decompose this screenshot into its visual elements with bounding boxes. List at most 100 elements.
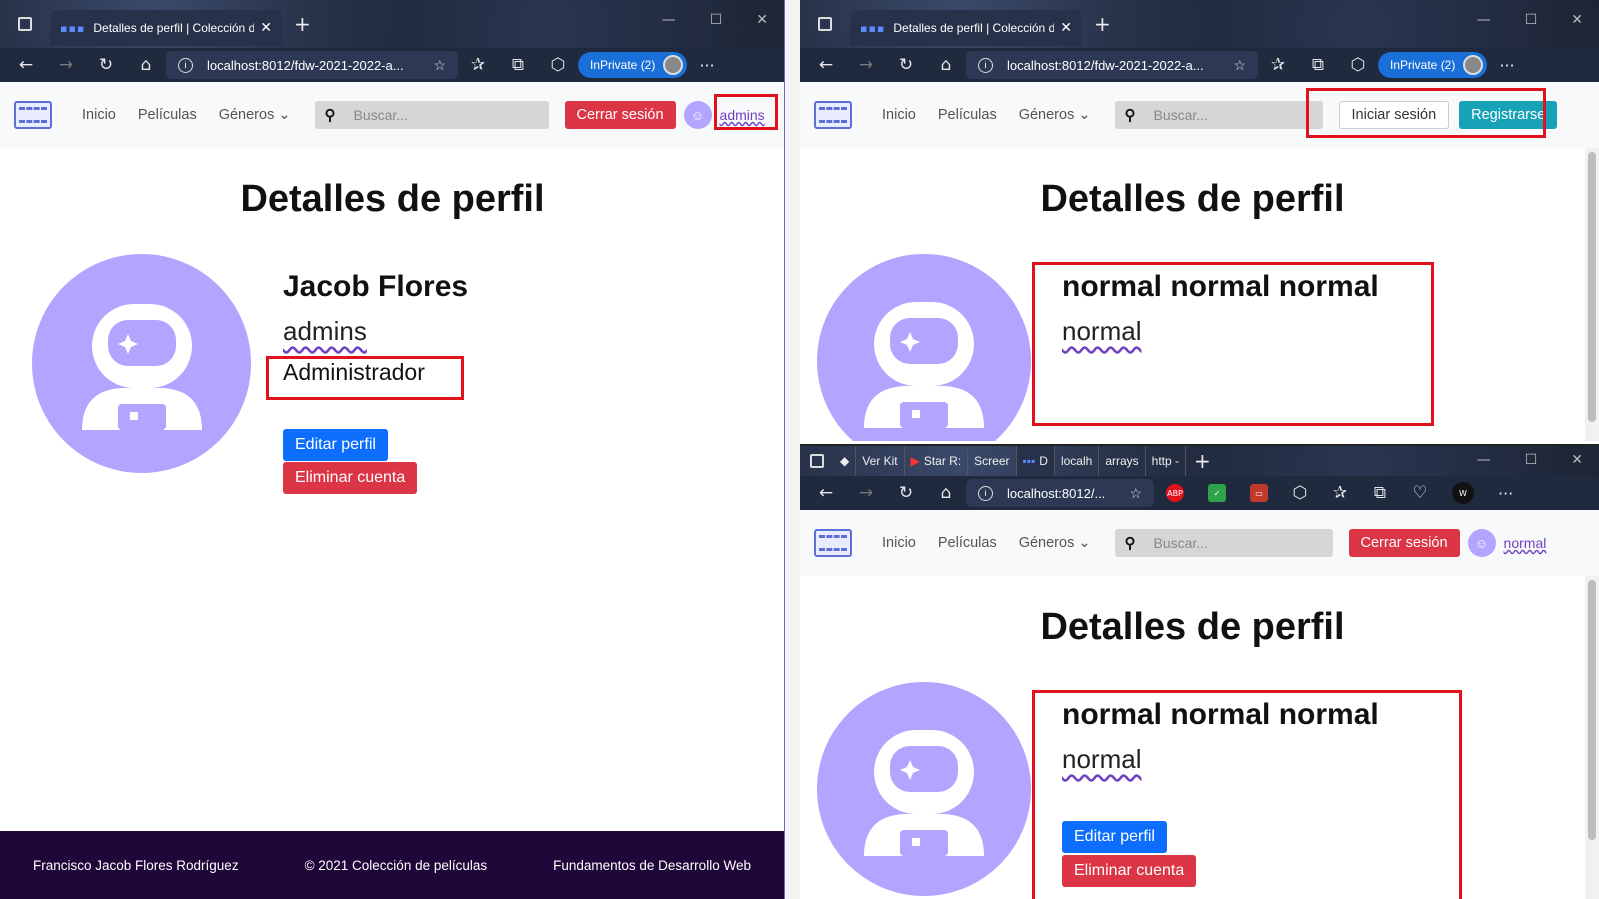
home-icon[interactable]: ⌂	[926, 483, 966, 503]
add-favorite-icon[interactable]: ☆	[433, 57, 446, 74]
adblock-icon[interactable]: ABP	[1166, 484, 1184, 502]
nav-home[interactable]: Inicio	[882, 107, 916, 123]
site-logo-icon[interactable]	[814, 101, 852, 129]
back-icon[interactable]: ←	[806, 483, 846, 503]
collections-icon[interactable]: ⧉	[498, 55, 538, 75]
tab-3[interactable]: ▶ Star R:	[905, 446, 969, 476]
inprivate-badge[interactable]: InPrivate (2)	[578, 52, 688, 78]
forward-icon[interactable]: →	[46, 55, 86, 75]
back-icon[interactable]: ←	[806, 55, 846, 75]
close-window-icon[interactable]: ✕	[756, 12, 768, 28]
browser-tab[interactable]: ▪▪▪ Detalles de perfil | Colección de ✕	[50, 10, 282, 46]
tab-8[interactable]: http -	[1146, 446, 1187, 476]
back-icon[interactable]: ←	[6, 55, 46, 75]
tab-4[interactable]: Screer	[968, 446, 1017, 476]
minimize-icon[interactable]: —	[1477, 452, 1491, 468]
logout-button[interactable]: Cerrar sesión	[1348, 529, 1460, 557]
edit-profile-button[interactable]: Editar perfil	[283, 429, 388, 461]
add-favorite-icon[interactable]: ☆	[1129, 485, 1142, 502]
new-tab-icon[interactable]: +	[1194, 449, 1211, 473]
highlight-box	[1032, 690, 1462, 899]
home-icon[interactable]: ⌂	[926, 55, 966, 75]
site-info-icon[interactable]: i	[978, 485, 993, 501]
search-input[interactable]: ⚲ Buscar...	[1114, 529, 1333, 557]
search-icon: ⚲	[324, 107, 336, 124]
home-icon[interactable]: ⌂	[126, 55, 166, 75]
collections-icon[interactable]: ⧉	[1360, 483, 1400, 503]
extensions-icon[interactable]: ⬡	[1280, 483, 1320, 503]
profile-avatar-icon	[1463, 55, 1484, 75]
shield-extension-icon[interactable]: ✓	[1208, 484, 1226, 502]
maximize-icon[interactable]: ☐	[1525, 452, 1538, 468]
tab-7[interactable]: arrays	[1099, 446, 1146, 476]
favorites-icon[interactable]: ✰	[1258, 55, 1298, 75]
forward-icon[interactable]: →	[846, 483, 886, 503]
search-placeholder: Buscar...	[1153, 535, 1208, 551]
favorites-icon[interactable]: ✰	[458, 55, 498, 75]
forward-icon[interactable]: →	[846, 55, 886, 75]
inprivate-badge[interactable]: InPrivate (2)	[1378, 52, 1488, 78]
close-window-icon[interactable]: ✕	[1571, 452, 1583, 468]
tab-actions-icon[interactable]	[810, 454, 824, 468]
search-input[interactable]: ⚲ Buscar...	[1114, 101, 1323, 129]
scrollbar[interactable]	[1585, 576, 1599, 899]
browser-essentials-icon[interactable]: ♡	[1400, 483, 1440, 503]
collections-icon[interactable]: ⧉	[1298, 55, 1338, 75]
minimize-icon[interactable]: —	[1477, 12, 1491, 28]
close-tab-icon[interactable]: ✕	[1060, 20, 1072, 36]
refresh-icon[interactable]: ↻	[886, 55, 926, 75]
nav-movies[interactable]: Películas	[938, 107, 997, 123]
astronaut-icon	[82, 304, 202, 430]
nav-genres[interactable]: Géneros ⌄	[1019, 107, 1091, 123]
close-tab-icon[interactable]: ✕	[260, 20, 272, 36]
scrollbar[interactable]	[1585, 148, 1599, 441]
browser-tab[interactable]: ▪▪▪ Detalles de perfil | Colección de ✕	[850, 10, 1082, 46]
maximize-icon[interactable]: ☐	[710, 12, 723, 28]
refresh-icon[interactable]: ↻	[86, 55, 126, 75]
nav-home[interactable]: Inicio	[882, 535, 916, 551]
new-tab-icon[interactable]: +	[1094, 12, 1111, 36]
url-field[interactable]: i localhost:8012/fdw-2021-2022-a... ☆	[166, 51, 458, 79]
maximize-icon[interactable]: ☐	[1525, 12, 1538, 28]
nav-home[interactable]: Inicio	[82, 107, 116, 123]
nav-movies[interactable]: Películas	[938, 535, 997, 551]
cast-icon[interactable]: ▭	[1250, 484, 1268, 502]
nav-movies[interactable]: Películas	[138, 107, 197, 123]
more-icon[interactable]: ···	[1499, 56, 1514, 75]
more-icon[interactable]: ···	[1498, 484, 1513, 503]
profile-avatar	[32, 254, 251, 473]
extension-icon[interactable]: ⬡	[538, 55, 578, 75]
site-logo-icon[interactable]	[814, 529, 852, 557]
tab-2[interactable]: Ver Kit	[856, 446, 905, 476]
scrollbar-thumb[interactable]	[1588, 152, 1596, 422]
window-gap	[786, 0, 800, 899]
profile-icon[interactable]: W	[1452, 482, 1474, 504]
extension-icon[interactable]: ⬡	[1338, 55, 1378, 75]
tab-actions-icon[interactable]	[818, 17, 832, 31]
new-tab-icon[interactable]: +	[294, 12, 311, 36]
tab-5-active[interactable]: ▪▪▪ D	[1016, 446, 1055, 476]
url-field[interactable]: i localhost:8012/... ☆	[966, 479, 1154, 507]
nav-genres[interactable]: Géneros ⌄	[1019, 535, 1091, 551]
username-link[interactable]: normal	[1504, 535, 1547, 551]
minimize-icon[interactable]: —	[662, 12, 676, 28]
tab-actions-icon[interactable]	[18, 17, 32, 31]
close-window-icon[interactable]: ✕	[1571, 12, 1583, 28]
profile-content: Detalles de perfil normal normal normal …	[800, 576, 1599, 899]
site-logo-icon[interactable]	[14, 101, 52, 129]
title-bar: ◆ Ver Kit ▶ Star R: Screer ▪▪▪ D localh ar…	[800, 446, 1599, 476]
tab-1[interactable]: ◆	[834, 446, 857, 476]
site-info-icon[interactable]: i	[978, 57, 993, 73]
tab-6[interactable]: localh	[1055, 446, 1100, 476]
site-info-icon[interactable]: i	[178, 57, 193, 73]
add-favorite-icon[interactable]: ☆	[1233, 57, 1246, 74]
search-input[interactable]: ⚲ Buscar...	[314, 101, 549, 129]
scrollbar-thumb[interactable]	[1588, 580, 1596, 840]
nav-genres[interactable]: Géneros ⌄	[219, 107, 291, 123]
delete-account-button[interactable]: Eliminar cuenta	[283, 462, 418, 494]
url-field[interactable]: i localhost:8012/fdw-2021-2022-a... ☆	[966, 51, 1258, 79]
more-icon[interactable]: ···	[699, 56, 714, 75]
favorites-icon[interactable]: ✰	[1320, 483, 1360, 503]
refresh-icon[interactable]: ↻	[886, 483, 926, 503]
logout-button[interactable]: Cerrar sesión	[564, 101, 676, 129]
